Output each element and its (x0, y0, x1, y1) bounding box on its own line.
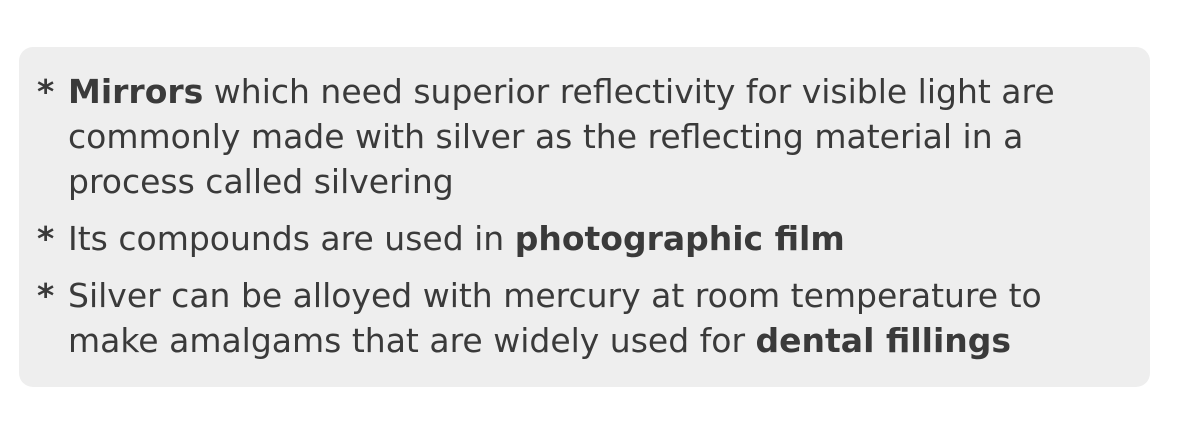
bullet-body: Its compounds are used in (68, 219, 515, 258)
bullet-item-dental-fillings: * Silver can be alloyed with mercury at … (37, 273, 1130, 363)
bullet-text: Mirrors which need superior reflectivity… (68, 69, 1130, 204)
bullet-list: * Mirrors which need superior reflectivi… (37, 69, 1130, 363)
content-card: * Mirrors which need superior reflectivi… (19, 47, 1150, 387)
bullet-text: Silver can be alloyed with mercury at ro… (68, 273, 1130, 363)
bullet-keyword: dental fillings (755, 321, 1012, 360)
bullet-keyword: Mirrors (68, 72, 204, 111)
bullet-item-photographic-film: * Its compounds are used in photographic… (37, 216, 1130, 261)
bullet-keyword: photographic film (514, 219, 845, 258)
bullet-marker: * (37, 219, 55, 258)
bullet-marker: * (37, 72, 55, 111)
bullet-text: Its compounds are used in photographic f… (68, 216, 1130, 261)
bullet-body: which need superior reflectivity for vis… (68, 72, 1055, 201)
bullet-item-mirrors: * Mirrors which need superior reflectivi… (37, 69, 1130, 204)
bullet-marker: * (37, 276, 55, 315)
